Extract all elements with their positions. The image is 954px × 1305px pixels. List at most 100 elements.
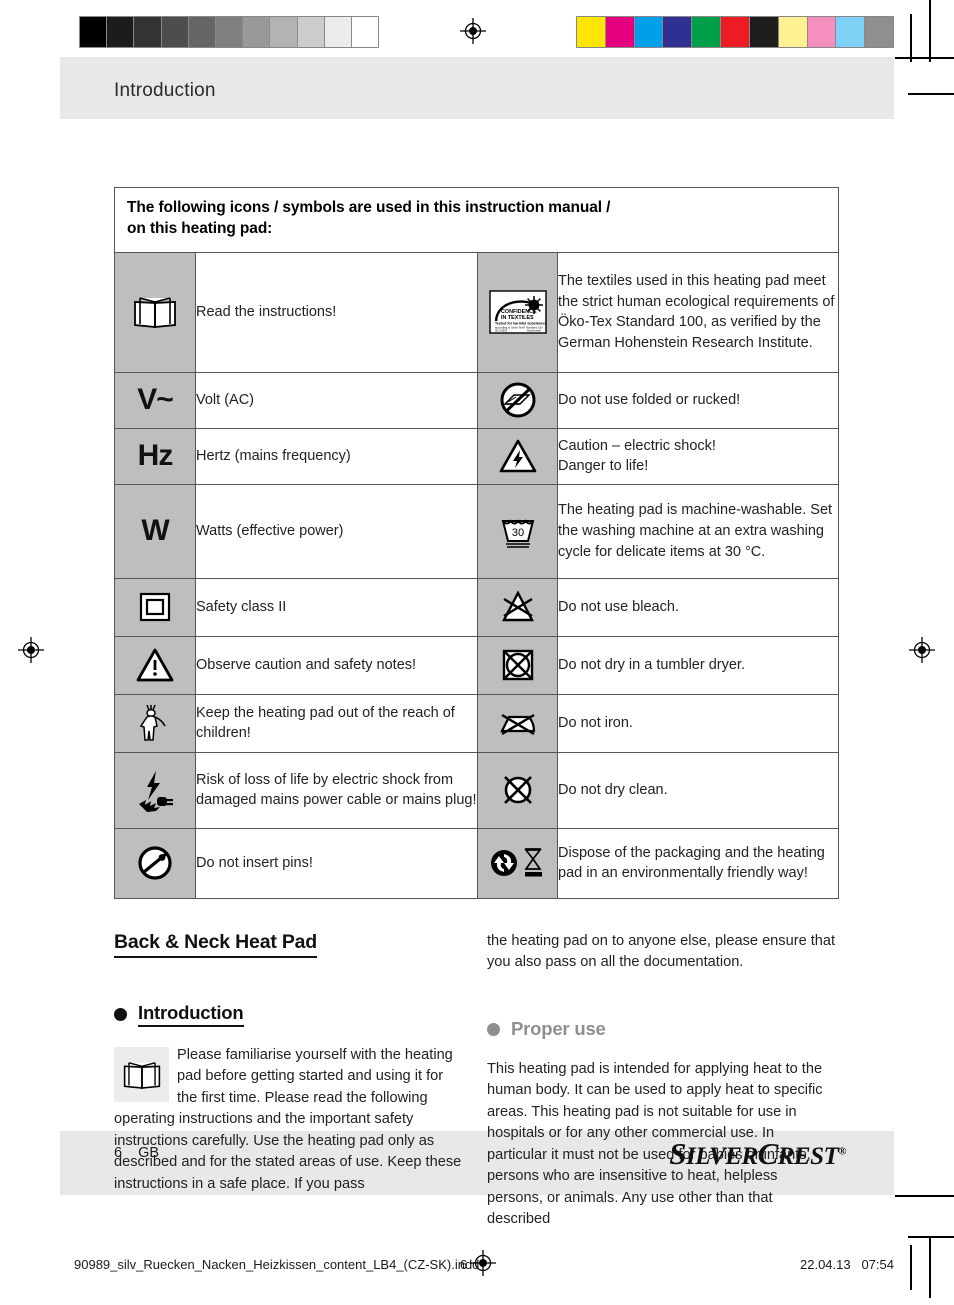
row-label: Hertz (mains frequency): [195, 427, 478, 485]
svg-text:30: 30: [511, 527, 523, 539]
indd-date: 22.04.13: [800, 1257, 851, 1272]
color-swatch: [807, 17, 837, 47]
do-not-insert-pins-icon: [114, 827, 196, 899]
do-not-iron-icon: [477, 693, 558, 753]
color-calibration-bar: [576, 16, 894, 48]
registration-target-icon-right: [909, 637, 935, 663]
color-swatch: [778, 17, 808, 47]
watt-symbol: W: [114, 483, 196, 579]
watt-glyph: W: [141, 514, 169, 548]
grayscale-swatch: [134, 17, 162, 47]
crop-mark-h1: [895, 57, 954, 59]
volt-ac-symbol: V~: [114, 371, 196, 429]
damaged-plug-electric-shock-icon: [114, 751, 196, 829]
bullet-icon: [487, 1022, 500, 1036]
running-head: Introduction: [114, 80, 216, 101]
page-sheet: Introduction The following icons / symbo…: [60, 57, 894, 1227]
document-page: Introduction The following icons / symbo…: [0, 0, 954, 1305]
table-row: Safety class II Do not use bleach.: [114, 577, 839, 637]
brand-trademark: ®: [838, 1145, 846, 1158]
table-row: Do not insert pins! Dispose of the packa…: [114, 827, 839, 899]
color-swatch: [721, 17, 750, 47]
volt-ac-glyph: V~: [137, 383, 174, 417]
row-label: Caution – electric shock! Danger to life…: [557, 427, 839, 485]
table-caption-cell: The following icons / symbols are used i…: [114, 187, 839, 253]
crop-mark-v1: [929, 0, 931, 62]
row-label: The heating pad is machine-washable. Set…: [557, 483, 839, 579]
color-swatch: [749, 17, 779, 47]
row-label: Do not use bleach.: [557, 577, 839, 637]
page-content-area: The following icons / symbols are used i…: [60, 119, 894, 1227]
registration-target-icon-left: [18, 637, 44, 663]
row-label: Watts (effective power): [195, 483, 478, 579]
indd-print-strip: 90989_silv_Ruecken_Nacken_Heizkissen_con…: [0, 1250, 954, 1283]
row-label: Do not iron.: [557, 693, 839, 753]
svg-text:Hohenstein: Hohenstein: [527, 329, 542, 333]
svg-text:IN TEXTILES: IN TEXTILES: [501, 315, 534, 321]
registration-target-icon-top: [460, 18, 486, 44]
section-heading-label: Proper use: [511, 1017, 606, 1039]
electric-shock-warning-icon: [477, 427, 558, 485]
indd-filename: 90989_silv_Ruecken_Nacken_Heizkissen_con…: [74, 1257, 480, 1272]
grayscale-calibration-bar: [79, 16, 379, 48]
open-book-icon: [114, 251, 196, 373]
grayscale-swatch: [243, 17, 271, 47]
grayscale-swatch: [324, 17, 352, 47]
do-not-use-folded-icon: [477, 371, 558, 429]
indd-page-number: 6: [460, 1257, 468, 1272]
row-label: Read the instructions!: [195, 251, 478, 373]
row-label: Risk of loss of life by electric shock f…: [195, 751, 478, 829]
caution-warning-triangle-icon: [114, 635, 196, 695]
row-label: Do not insert pins!: [195, 827, 478, 899]
crop-mark-h4: [908, 1236, 954, 1238]
caption-line-2: on this heating pad:: [127, 219, 273, 237]
table-row: W Watts (effective power) 30 The heating…: [114, 483, 839, 579]
row-label: Do not use folded or rucked!: [557, 371, 839, 429]
recycle-and-weee-disposal-icon: [477, 827, 558, 899]
color-swatch: [605, 17, 635, 47]
do-not-bleach-icon: [477, 577, 558, 637]
grayscale-swatch: [161, 17, 189, 47]
symbols-legend-table: The following icons / symbols are used i…: [114, 187, 839, 899]
grayscale-swatch: [215, 17, 244, 47]
caption-line-1: The following icons / symbols are used i…: [127, 199, 611, 216]
grayscale-swatch: [188, 17, 216, 47]
color-swatch: [836, 17, 866, 47]
crop-mark-h2: [908, 93, 954, 95]
grayscale-swatch: [80, 17, 108, 47]
brand-ilver: ILVER: [685, 1143, 758, 1170]
row-label: Keep the heating pad out of the reach of…: [195, 693, 478, 753]
language-code: GB: [138, 1145, 160, 1161]
machine-wash-30-icon: 30: [477, 483, 558, 579]
row-label: Do not dry clean.: [557, 751, 839, 829]
keep-away-from-children-icon: [114, 693, 196, 753]
page-number-block: 6 GB: [114, 1145, 159, 1161]
table-row: Risk of loss of life by electric shock f…: [114, 751, 839, 829]
registration-target-icon-bottom: [470, 1250, 496, 1276]
section-heading-proper-use: Proper use: [487, 1018, 836, 1041]
do-not-dry-clean-icon: [477, 751, 558, 829]
row-label: The textiles used in this heating pad me…: [557, 251, 839, 373]
color-swatch: [634, 17, 664, 47]
crop-mark-h3: [895, 1195, 954, 1197]
grayscale-swatch: [351, 17, 379, 47]
brand-rest: REST: [777, 1143, 839, 1170]
caution-line-1: Caution – electric shock!: [558, 437, 716, 454]
table-row: Hz Hertz (mains frequency) Caution – ele…: [114, 427, 839, 485]
hertz-glyph: Hz: [137, 439, 174, 473]
intro-continuation-paragraph: the heating pad on to anyone else, pleas…: [487, 933, 836, 971]
section-heading-introduction: Introduction: [114, 1002, 463, 1027]
grayscale-swatch: [297, 17, 325, 47]
color-swatch: [692, 17, 722, 47]
indd-time: 07:54: [861, 1257, 894, 1272]
grayscale-swatch: [270, 17, 298, 47]
right-column: the heating pad on to anyone else, pleas…: [487, 931, 836, 1244]
svg-text:05.0.0551: 05.0.0551: [495, 329, 508, 333]
color-swatch: [865, 17, 893, 47]
table-row: Keep the heating pad out of the reach of…: [114, 693, 839, 753]
bullet-icon: [114, 1008, 127, 1021]
row-label: Volt (AC): [195, 371, 478, 429]
page-footer: 6 GB SILVERCREST®: [60, 1131, 894, 1195]
oeko-tex-confidence-in-textiles-logo: CONFIDENCE IN TEXTILES Tested for harmfu…: [477, 251, 558, 373]
page-number: 6: [114, 1145, 123, 1161]
